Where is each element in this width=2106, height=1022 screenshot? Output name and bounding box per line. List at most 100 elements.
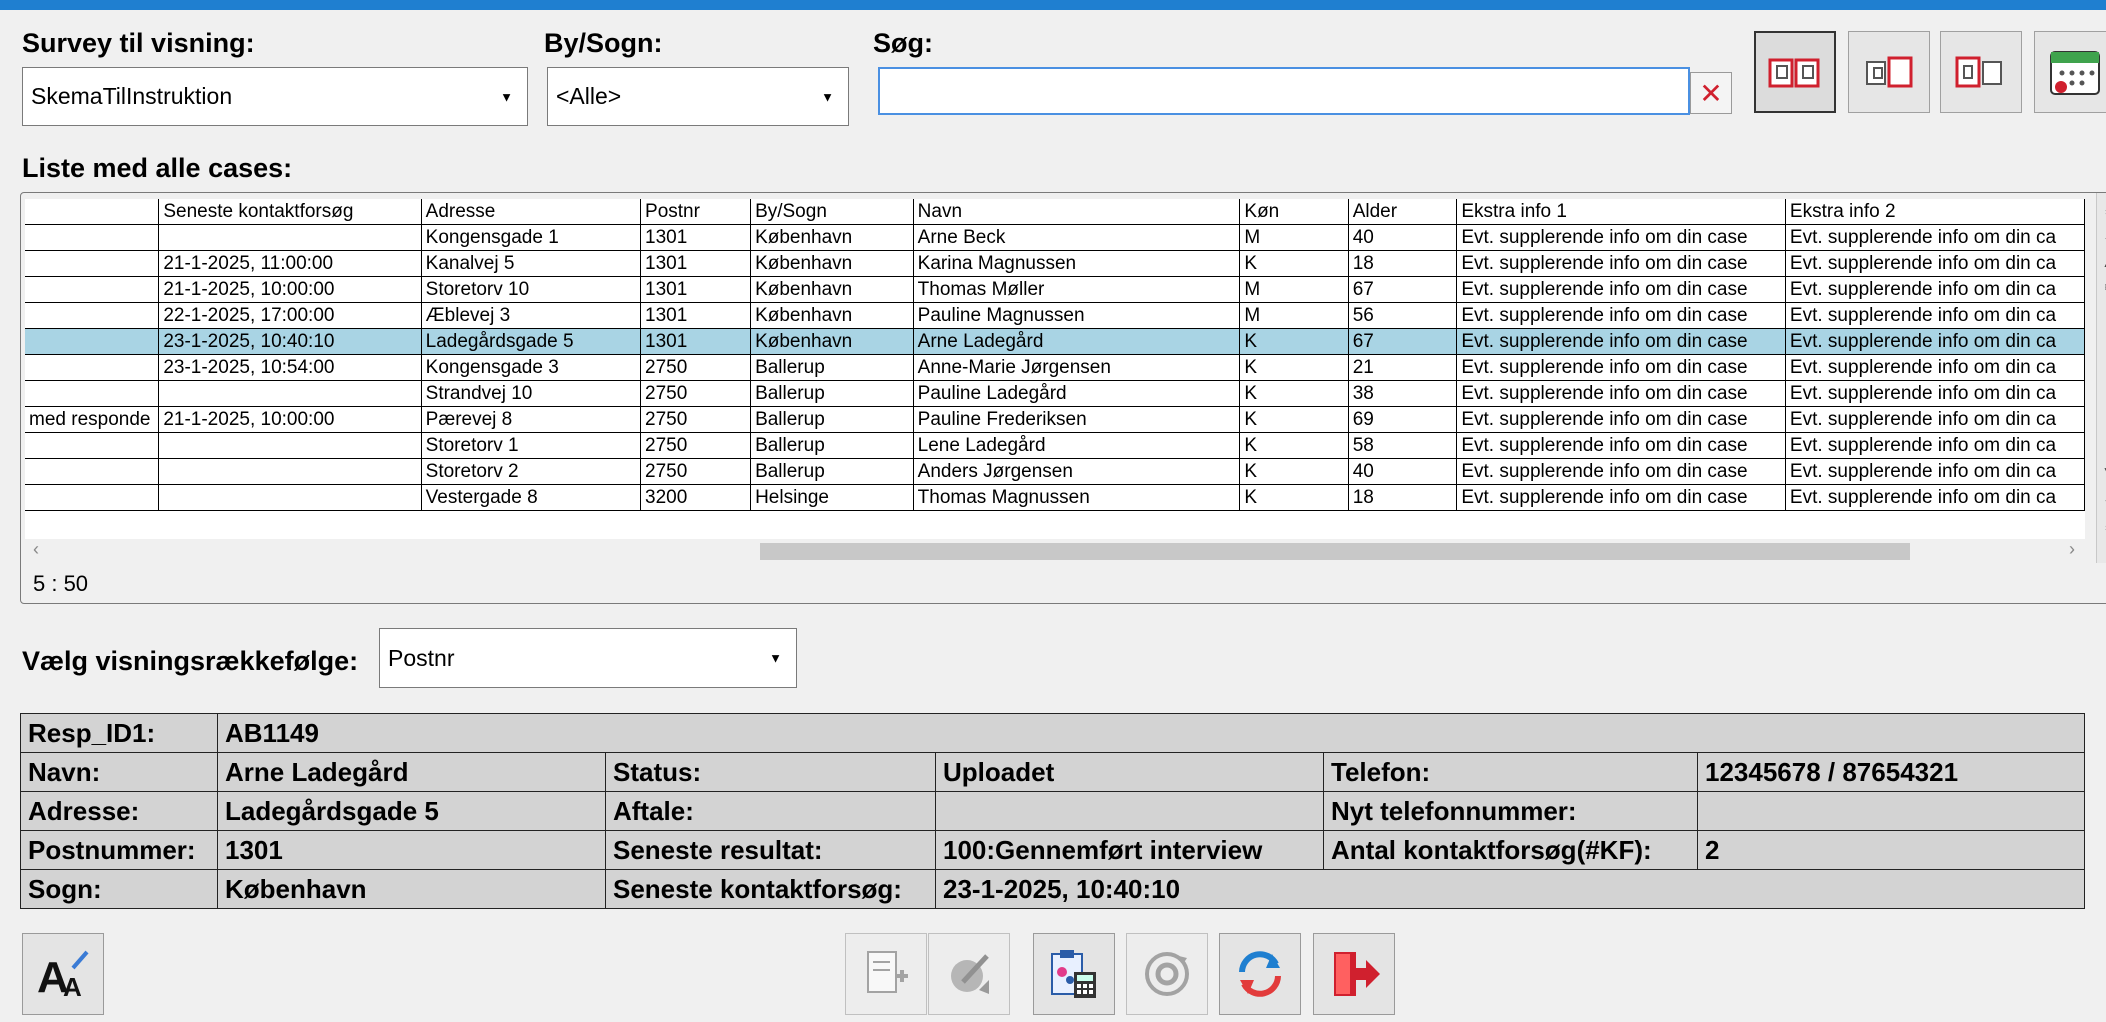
table-cell: M (1239, 224, 1349, 251)
table-row[interactable]: 23-1-2025, 10:40:10 Ladegårdsgade 5 1301 Kø… (25, 328, 2085, 355)
vertical-scrollbar[interactable]: ⤒ ⇡ ▲ ≡ ▼ ⇣ ⤓ (2096, 193, 2106, 563)
table-row[interactable]: 21-1-2025, 11:00:00 Kanalvej 5 1301 Københa… (25, 250, 2085, 277)
resp-id-value: AB1149 (217, 713, 2085, 753)
table-cell: K (1239, 250, 1349, 277)
table-row[interactable]: Storetorv 1 2750 Ballerup Lene Ladegård K 58 E… (25, 432, 2085, 459)
resp-id-label: Resp_ID1: (20, 713, 218, 753)
font-size-button[interactable]: AA (22, 933, 104, 1015)
scroll-thumb-icon[interactable]: ≡ (2097, 275, 2106, 299)
column-header[interactable]: Køn (1239, 199, 1349, 225)
table-cell: 1301 (640, 302, 752, 329)
new-phone-value (1697, 791, 2085, 831)
scroll-down-icon[interactable]: ▼ (2097, 459, 2106, 483)
name-value: Arne Ladegård (217, 752, 606, 792)
calendar-icon (2050, 51, 2100, 95)
table-row[interactable]: Kongensgade 1 1301 København Arne Beck M 40 Ev… (25, 224, 2085, 251)
scroll-right-icon[interactable]: › (2069, 539, 2075, 560)
appointment-value (935, 791, 1324, 831)
table-cell (25, 354, 160, 381)
table-cell: Evt. supplerende info om din ca (1785, 484, 2085, 511)
column-header[interactable]: Adresse (421, 199, 642, 225)
new-case-button[interactable] (845, 933, 927, 1015)
table-cell: K (1239, 380, 1349, 407)
table-cell: 21-1-2025, 11:00:00 (158, 250, 422, 277)
table-row[interactable]: Vestergade 8 3200 Helsinge Thomas Magnussen… (25, 484, 2085, 511)
table-cell: 2750 (640, 432, 752, 459)
column-header[interactable]: Postnr (640, 199, 752, 225)
calendar-button[interactable] (2034, 31, 2106, 113)
search-label: Søg: (873, 28, 933, 58)
table-cell (158, 224, 422, 251)
table-cell: København (750, 328, 914, 355)
scroll-last-icon[interactable]: ⤓ (2097, 513, 2106, 537)
table-cell: Helsinge (750, 484, 914, 511)
parish-label: Sogn: (20, 869, 218, 909)
table-cell: Ballerup (750, 406, 914, 433)
scroll-up-icon[interactable]: ▲ (2097, 251, 2106, 275)
horizontal-scroll-thumb[interactable] (760, 543, 1910, 560)
table-cell: 1301 (640, 250, 752, 277)
font-size-icon: AA (37, 950, 89, 1002)
city-select-value: <Alle> (556, 83, 622, 109)
edit-pencil-icon (951, 954, 989, 994)
table-cell: 21 (1348, 354, 1458, 381)
table-cell: Evt. supplerende info om din ca (1785, 250, 2085, 277)
table-cell (25, 458, 160, 485)
scroll-page-up-icon[interactable]: ⇡ (2097, 229, 2106, 253)
refresh-button[interactable] (1219, 933, 1301, 1015)
edit-case-button[interactable] (928, 933, 1010, 1015)
chevron-down-icon: ▼ (821, 89, 834, 104)
table-cell: 40 (1348, 224, 1458, 251)
add-document-icon (867, 951, 908, 993)
table-row[interactable]: Storetorv 2 2750 Ballerup Anders Jørgensen K… (25, 458, 2085, 485)
table-cell: Evt. supplerende info om din ca (1785, 406, 2085, 433)
sync-settings-button[interactable] (1126, 933, 1208, 1015)
table-cell: M (1239, 302, 1349, 329)
new-phone-label: Nyt telefonnummer: (1323, 791, 1698, 831)
horizontal-scrollbar[interactable]: ‹ › (25, 539, 2085, 563)
sort-select[interactable]: Postnr ▼ (379, 628, 797, 688)
address-label: Adresse: (20, 791, 218, 831)
city-select[interactable]: <Alle> ▼ (547, 67, 849, 126)
calculator-button[interactable] (1033, 933, 1115, 1015)
scroll-left-icon[interactable]: ‹ (33, 539, 39, 560)
table-row[interactable]: 21-1-2025, 10:00:00 Storetorv 10 1301 Køben… (25, 276, 2085, 303)
survey-select[interactable]: SkemaTilInstruktion ▼ (22, 67, 528, 126)
column-header[interactable]: Alder (1348, 199, 1458, 225)
scroll-first-icon[interactable]: ⤒ (2097, 203, 2106, 227)
column-header[interactable] (25, 199, 160, 225)
table-cell: Storetorv 1 (421, 432, 642, 459)
view-open-cases-button[interactable] (1940, 31, 2022, 113)
table-row[interactable]: med responde 21-1-2025, 10:00:00 Pærevej 8… (25, 406, 2085, 433)
table-row[interactable]: 22-1-2025, 17:00:00 Æblevej 3 1301 Københav… (25, 302, 2085, 329)
table-cell: Storetorv 10 (421, 276, 642, 303)
table-cell: Lene Ladegård (913, 432, 1241, 459)
clear-search-button[interactable]: ✕ (1690, 72, 1732, 114)
exit-door-icon (1334, 952, 1380, 996)
table-cell (158, 484, 422, 511)
column-header[interactable]: Seneste kontaktforsøg (158, 199, 422, 225)
table-row[interactable]: 23-1-2025, 10:54:00 Kongensgade 3 2750 Ball… (25, 354, 2085, 381)
table-cell (25, 484, 160, 511)
table-cell: Evt. supplerende info om din case (1456, 250, 1786, 277)
table-cell: K (1239, 458, 1349, 485)
scroll-page-down-icon[interactable]: ⇣ (2097, 487, 2106, 511)
phone-label: Telefon: (1323, 752, 1698, 792)
view-all-cases-button[interactable] (1754, 31, 1836, 113)
column-header[interactable]: Navn (913, 199, 1241, 225)
column-header[interactable]: By/Sogn (750, 199, 914, 225)
table-cell: 21-1-2025, 10:00:00 (158, 276, 422, 303)
table-cell: Ballerup (750, 432, 914, 459)
case-grid[interactable]: Seneste kontaktforsøg Adresse Postnr By/Sog… (25, 199, 2085, 539)
sort-select-value: Postnr (388, 644, 455, 671)
column-header[interactable]: Ekstra info 2 (1785, 199, 2085, 225)
table-cell: K (1239, 432, 1349, 459)
exit-button[interactable] (1313, 933, 1395, 1015)
table-row[interactable]: Strandvej 10 2750 Ballerup Pauline Ladegård… (25, 380, 2085, 407)
table-cell: Anne-Marie Jørgensen (913, 354, 1241, 381)
column-header[interactable]: Ekstra info 1 (1456, 199, 1786, 225)
search-input[interactable] (878, 67, 1690, 115)
table-cell: Evt. supplerende info om din case (1456, 302, 1786, 329)
view-own-cases-button[interactable] (1848, 31, 1930, 113)
table-cell: Evt. supplerende info om din case (1456, 354, 1786, 381)
